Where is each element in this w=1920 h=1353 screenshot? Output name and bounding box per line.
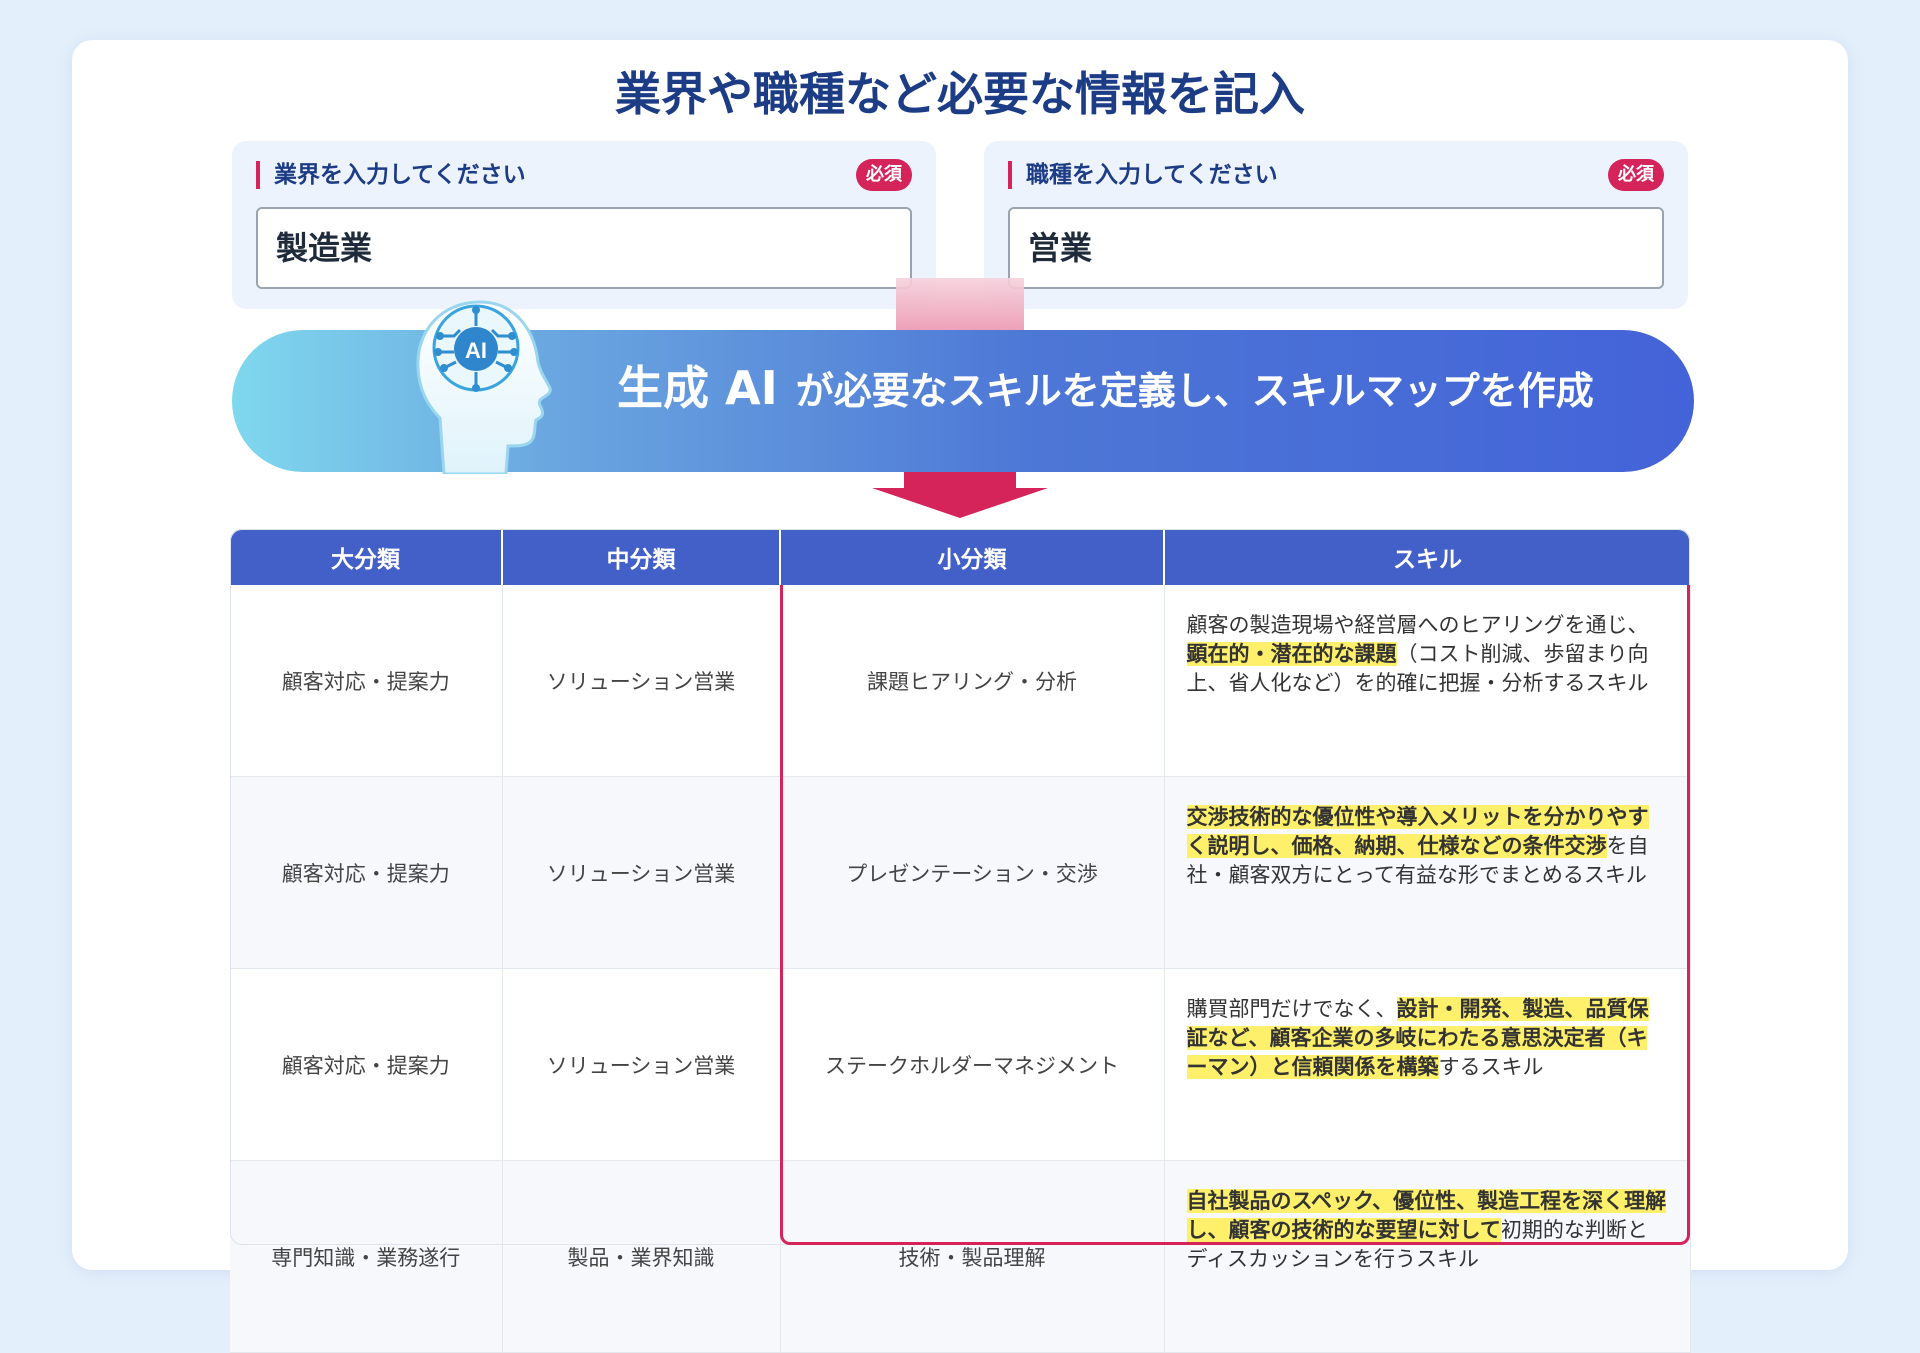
job-label: 職種を入力してください [1008, 161, 1278, 189]
skill-text: 顧客の製造現場や経営層へのヒアリングを通じ、 [1186, 613, 1649, 637]
header-minor-category: 小分類 [780, 529, 1165, 585]
flow-connector [896, 278, 1024, 332]
header-middle-category: 中分類 [502, 529, 781, 585]
major-category-cell: 顧客対応・提案力 [230, 776, 503, 969]
skill-cell: 自社製品のスペック、優位性、製造工程を深く理解し、顧客の技術的な要望に対して初期… [1164, 1160, 1691, 1353]
skill-map-table: 大分類 中分類 小分類 スキル 顧客対応・提案力 ソリューション営業 課題ヒアリ… [230, 529, 1691, 1353]
minor-category-cell: プレゼンテーション・交渉 [780, 776, 1165, 969]
industry-panel: 業界を入力してください 必須 製造業 [232, 141, 936, 309]
banner-text: 生成 AI が必要なスキルを定義し、スキルマップを作成 [617, 360, 1594, 419]
middle-category-cell: ソリューション営業 [502, 585, 781, 777]
middle-category-cell: ソリューション営業 [502, 968, 781, 1161]
skill-text: するスキル [1438, 1055, 1544, 1079]
major-category-cell: 顧客対応・提案力 [230, 585, 503, 777]
skill-cell: 顧客の製造現場や経営層へのヒアリングを通じ、顕在的・潜在的な課題（コスト削減、歩… [1164, 585, 1691, 777]
header-skill: スキル [1164, 529, 1690, 585]
major-category-cell: 専門知識・業務遂行 [230, 1160, 503, 1353]
skill-text: 購買部門だけでなく、 [1186, 997, 1397, 1021]
table-row: 専門知識・業務遂行 製品・業界知識 技術・製品理解 自社製品のスペック、優位性、… [230, 1160, 1691, 1353]
required-badge: 必須 [856, 159, 912, 191]
industry-input[interactable]: 製造業 [256, 207, 912, 289]
banner-emphasis: 生成 AI [617, 361, 778, 415]
job-panel: 職種を入力してください 必須 営業 [984, 141, 1688, 309]
table-row: 顧客対応・提案力 ソリューション営業 課題ヒアリング・分析 顧客の製造現場や経営… [230, 585, 1691, 777]
table-row: 顧客対応・提案力 ソリューション営業 ステークホルダーマネジメント 購買部門だけ… [230, 968, 1691, 1161]
major-category-cell: 顧客対応・提案力 [230, 968, 503, 1161]
skill-highlight: 顕在的・潜在的な課題 [1186, 642, 1397, 666]
industry-label: 業界を入力してください [256, 161, 526, 189]
skill-highlight: 交渉技術的な優位性や導入メリットを分かりやすく説明し、価格、納期、仕様などの条件… [1186, 805, 1649, 858]
job-input[interactable]: 営業 [1008, 207, 1664, 289]
arrow-down-icon [872, 472, 1048, 518]
page-title: 業界や職種など必要な情報を記入 [615, 67, 1305, 121]
ai-icon-text: AI [465, 338, 487, 363]
banner-description: が必要なスキルを定義し、スキルマップを作成 [795, 369, 1594, 413]
skill-cell: 交渉技術的な優位性や導入メリットを分かりやすく説明し、価格、納期、仕様などの条件… [1164, 776, 1691, 969]
table-header-row: 大分類 中分類 小分類 スキル [230, 529, 1690, 585]
header-major-category: 大分類 [230, 529, 503, 585]
table-row: 顧客対応・提案力 ソリューション営業 プレゼンテーション・交渉 交渉技術的な優位… [230, 776, 1691, 969]
ai-head-icon: AI [416, 300, 552, 474]
skill-cell: 購買部門だけでなく、設計・開発、製造、品質保証など、顧客企業の多岐にわたる意思決… [1164, 968, 1691, 1161]
required-badge: 必須 [1608, 159, 1664, 191]
minor-category-cell: 課題ヒアリング・分析 [780, 585, 1165, 777]
minor-category-cell: ステークホルダーマネジメント [780, 968, 1165, 1161]
middle-category-cell: ソリューション営業 [502, 776, 781, 969]
minor-category-cell: 技術・製品理解 [780, 1160, 1165, 1353]
middle-category-cell: 製品・業界知識 [502, 1160, 781, 1353]
